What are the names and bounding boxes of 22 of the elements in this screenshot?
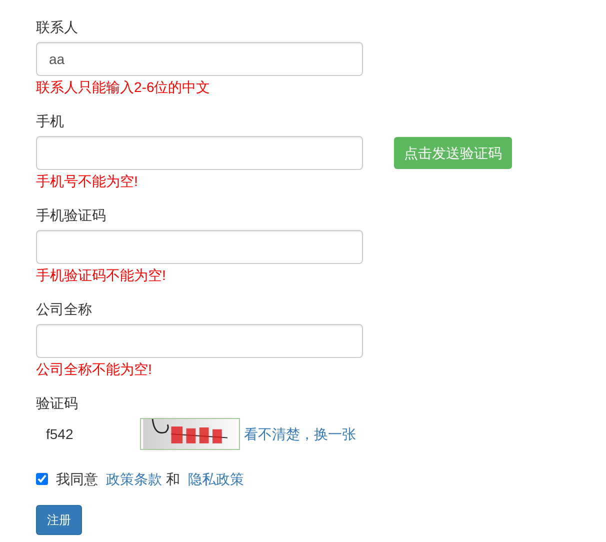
captcha-field[interactable]: f542 <box>36 418 136 450</box>
field-label: 验证码 <box>36 394 79 413</box>
privacy-link[interactable]: 隐私政策 <box>188 468 244 490</box>
agree-text: 我同意 <box>56 470 98 488</box>
input-field[interactable] <box>36 136 363 170</box>
error-message: 公司全称不能为空! <box>36 360 153 379</box>
input-field[interactable]: aa <box>36 42 363 76</box>
error-message: 手机号不能为空! <box>36 172 139 191</box>
refresh-captcha-link[interactable]: 看不清楚，换一张 <box>244 424 356 444</box>
field-label: 公司全称 <box>36 300 93 319</box>
error-message: 手机验证码不能为空! <box>36 266 167 285</box>
error-message: 联系人只能输入2-6位的中文 <box>36 78 212 97</box>
joiner-text: 和 <box>166 470 180 488</box>
send-code-button[interactable]: 点击发送验证码 <box>394 137 512 169</box>
field-label: 手机验证码 <box>36 206 107 225</box>
input-field[interactable] <box>36 230 363 264</box>
agree-checkbox[interactable] <box>36 473 48 485</box>
field-label: 手机 <box>36 112 65 131</box>
register-button[interactable]: 注册 <box>36 505 82 535</box>
policy-link[interactable]: 政策条款 <box>106 468 162 490</box>
input-field[interactable] <box>36 324 363 358</box>
field-label: 联系人 <box>36 18 79 37</box>
